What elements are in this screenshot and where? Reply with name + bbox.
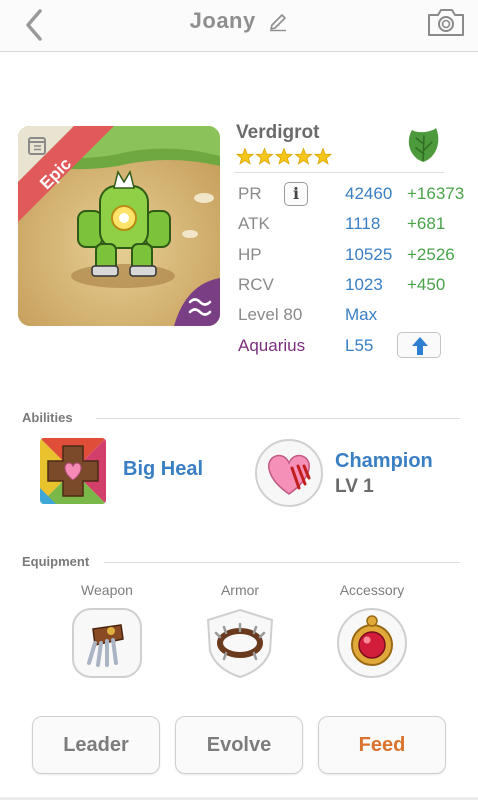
stat-key: PR <box>238 184 262 203</box>
unit-portrait[interactable]: Epic <box>18 126 220 326</box>
stat-bonus: +16373 <box>407 184 465 203</box>
equipment-divider <box>104 562 460 563</box>
champion-level: LV 1 <box>335 476 374 497</box>
level-label: Level 80 <box>238 305 303 324</box>
star-icon <box>274 148 294 165</box>
stats-divider <box>234 172 444 173</box>
star-icon <box>313 148 333 165</box>
stat-row-rcv: RCV 1023 +450 <box>238 273 478 299</box>
nav-bar: Joany <box>0 0 478 52</box>
feed-button[interactable]: Feed <box>318 716 446 774</box>
pencil-icon[interactable] <box>268 12 288 32</box>
stat-value: 42460 <box>345 184 393 203</box>
stat-row-level: Level 80 Max <box>238 303 478 329</box>
arrow-up-icon <box>412 337 428 355</box>
stat-key: RCV <box>238 275 274 294</box>
stat-value: 1118 <box>345 214 381 233</box>
weapon-label: Weapon <box>81 582 133 598</box>
star-rating <box>236 148 333 165</box>
stat-row-atk: ATK 1118 +681 <box>238 212 478 238</box>
star-icon <box>294 148 313 165</box>
sign-label: Aquarius <box>238 336 306 355</box>
unit-nickname[interactable]: Joany <box>190 8 256 33</box>
stat-row-sign: Aquarius L55 <box>238 332 478 360</box>
unit-name: Verdigrot <box>236 122 320 143</box>
stat-key: HP <box>238 245 262 264</box>
abilities-divider <box>96 418 460 419</box>
evolve-button[interactable]: Evolve <box>175 716 303 774</box>
star-icon <box>255 148 274 165</box>
stat-row-pr: PR i 42460 +16373 <box>238 182 478 208</box>
stat-bonus: +681 <box>407 214 446 233</box>
champion-icon[interactable] <box>254 438 324 508</box>
camera-icon[interactable] <box>426 6 466 38</box>
stat-value: 1023 <box>345 275 383 294</box>
leader-button[interactable]: Leader <box>32 716 160 774</box>
stat-key: ATK <box>238 214 270 233</box>
sign-level: L55 <box>345 336 374 355</box>
abilities-header: Abilities <box>22 410 73 425</box>
champion-name[interactable]: Champion <box>335 450 433 473</box>
leaf-icon <box>408 128 439 162</box>
stat-row-hp: HP 10525 +2526 <box>238 243 478 269</box>
accessory-label: Accessory <box>339 582 405 598</box>
armor-slot[interactable] <box>204 607 276 679</box>
weapon-slot[interactable] <box>71 607 143 679</box>
big-heal-icon[interactable] <box>40 438 106 504</box>
page-title: Joany <box>0 8 478 34</box>
accessory-slot[interactable] <box>336 607 408 679</box>
star-icon <box>236 148 255 165</box>
armor-label: Armor <box>220 582 260 598</box>
stat-bonus: +2526 <box>407 245 455 264</box>
equipment-header: Equipment <box>22 554 90 569</box>
stat-bonus: +450 <box>407 275 446 294</box>
stat-value: 10525 <box>345 245 393 264</box>
ability-name[interactable]: Big Heal <box>123 458 203 481</box>
info-button[interactable]: i <box>284 182 308 206</box>
level-value: Max <box>345 305 378 324</box>
collection-icon <box>28 137 46 155</box>
upgrade-sign-button[interactable] <box>397 332 441 358</box>
